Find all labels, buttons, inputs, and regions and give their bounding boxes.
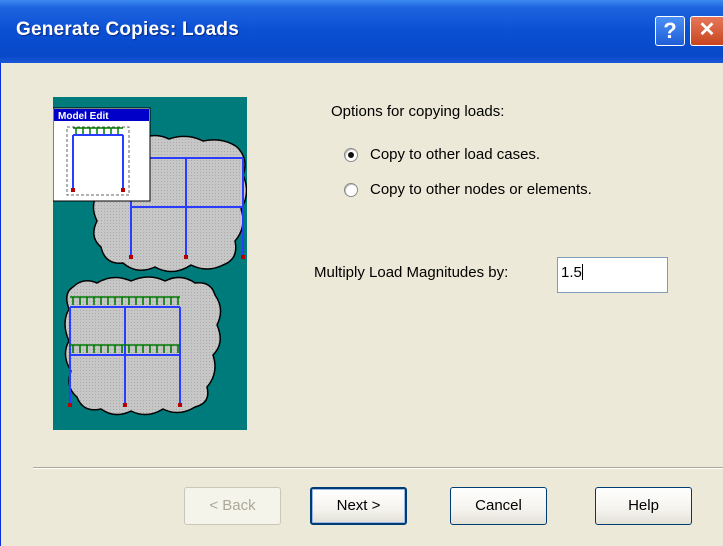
help-button[interactable]: Help (595, 487, 692, 525)
cancel-button[interactable]: Cancel (450, 487, 547, 525)
multiply-factor-input[interactable]: 1.5 (557, 257, 668, 293)
copy-to-nodes-label[interactable]: Copy to other nodes or elements. (370, 181, 592, 198)
copy-to-load-cases-label[interactable]: Copy to other load cases. (370, 146, 540, 163)
close-icon[interactable]: ✕ (690, 16, 723, 46)
multiply-factor-value: 1.5 (561, 264, 582, 281)
next-button[interactable]: Next > (310, 487, 407, 525)
back-button[interactable]: < Back (184, 487, 281, 525)
multiply-label: Multiply Load Magnitudes by: (314, 264, 509, 281)
title-bar[interactable]: Generate Copies: Loads ? ✕ (0, 0, 723, 63)
window-title: Generate Copies: Loads (16, 19, 239, 40)
help-icon[interactable]: ? (655, 16, 685, 46)
separator (33, 467, 723, 469)
text-caret (581, 264, 583, 280)
options-heading: Options for copying loads: (331, 103, 505, 120)
copy-to-nodes-radio[interactable] (344, 183, 358, 197)
structure-illustration: Model Edit (53, 97, 247, 430)
model-edit-caption: Model Edit (58, 111, 109, 122)
copy-to-load-cases-radio[interactable] (344, 148, 358, 162)
